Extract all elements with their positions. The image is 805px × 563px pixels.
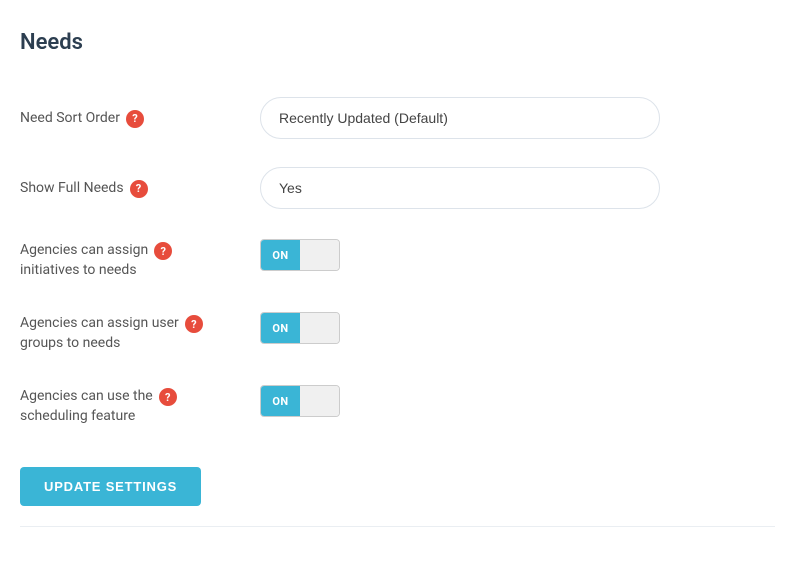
need-sort-order-select[interactable]: Recently Updated (Default) Alphabetical …	[260, 97, 660, 139]
toggle-off-area-2	[300, 313, 339, 343]
show-full-needs-select[interactable]: Yes No	[260, 167, 660, 209]
show-full-needs-label-group: Show Full Needs ?	[20, 179, 240, 198]
toggle-off-area	[300, 240, 339, 270]
show-full-needs-row: Show Full Needs ? Yes No	[20, 153, 775, 223]
agencies-initiatives-label: Agencies can assign initiatives to needs	[20, 241, 148, 280]
toggle-on-label-2: ON	[261, 313, 300, 343]
agencies-scheduling-label: Agencies can use the scheduling feature	[20, 387, 153, 426]
need-sort-order-help-icon[interactable]: ?	[126, 110, 144, 128]
agencies-user-groups-label: Agencies can assign user groups to needs	[20, 314, 179, 353]
show-full-needs-label: Show Full Needs	[20, 180, 124, 196]
agencies-initiatives-row: Agencies can assign initiatives to needs…	[20, 223, 775, 296]
agencies-scheduling-label-group: Agencies can use the scheduling feature …	[20, 385, 240, 426]
agencies-scheduling-row: Agencies can use the scheduling feature …	[20, 369, 775, 442]
agencies-user-groups-toggle[interactable]: ON	[260, 312, 340, 344]
agencies-user-groups-label-group: Agencies can assign user groups to needs…	[20, 312, 240, 353]
update-settings-button[interactable]: UPDATE SETTINGS	[20, 467, 201, 506]
bottom-divider	[20, 526, 775, 527]
toggle-off-area-3	[300, 386, 339, 416]
need-sort-order-label: Need Sort Order	[20, 110, 120, 126]
settings-page: Needs Need Sort Order ? Recently Updated…	[0, 0, 805, 563]
show-full-needs-help-icon[interactable]: ?	[130, 180, 148, 198]
agencies-initiatives-label-group: Agencies can assign initiatives to needs…	[20, 239, 240, 280]
need-sort-order-row: Need Sort Order ? Recently Updated (Defa…	[20, 83, 775, 153]
agencies-initiatives-toggle[interactable]: ON	[260, 239, 340, 271]
toggle-on-label-3: ON	[261, 386, 300, 416]
agencies-user-groups-help-icon[interactable]: ?	[185, 315, 203, 333]
toggle-on-label: ON	[261, 240, 300, 270]
need-sort-order-label-group: Need Sort Order ?	[20, 109, 240, 128]
agencies-initiatives-help-icon[interactable]: ?	[154, 242, 172, 260]
settings-form: Need Sort Order ? Recently Updated (Defa…	[20, 83, 775, 443]
page-title: Needs	[20, 30, 775, 55]
agencies-scheduling-help-icon[interactable]: ?	[159, 388, 177, 406]
agencies-scheduling-toggle[interactable]: ON	[260, 385, 340, 417]
agencies-user-groups-row: Agencies can assign user groups to needs…	[20, 296, 775, 369]
